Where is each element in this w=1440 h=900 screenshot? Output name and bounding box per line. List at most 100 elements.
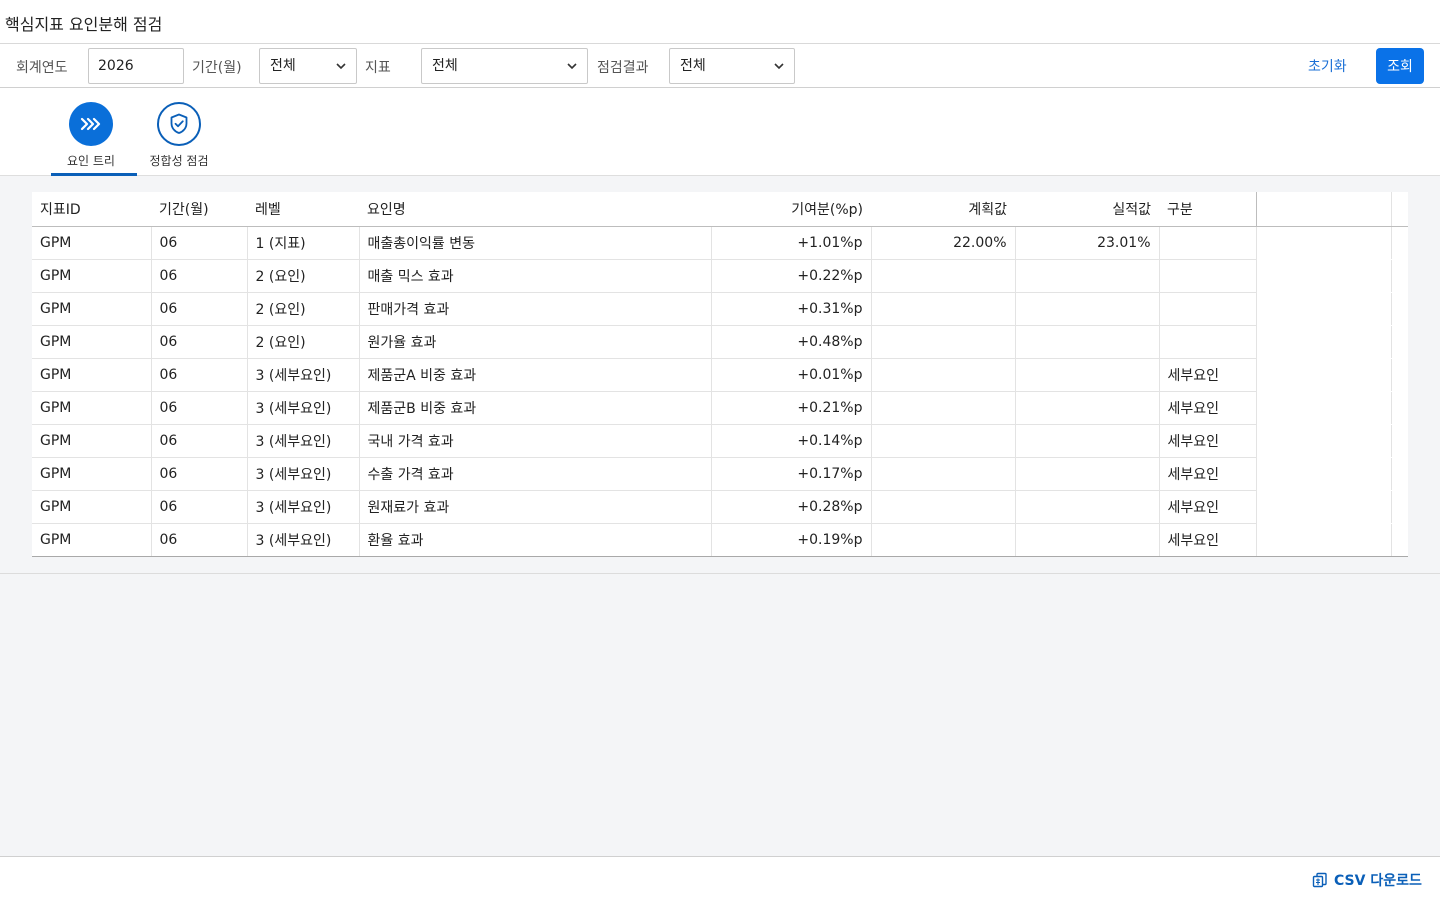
table-row[interactable]: GPM 06 3 (세부요인) 수출 가격 효과 +0.17%p 세부요인 [32,457,1408,491]
cell-period: 06 [151,325,248,359]
cell-type: 세부요인 [1159,490,1257,524]
factor-table: 지표ID 기간(월) 레벨 요인명 기여분(%p) 계획값 실적값 구분 GPM… [32,192,1408,557]
cell-type [1159,292,1257,326]
cell-level: 3 (세부요인) [247,523,360,557]
view-tabs: 요인 트리 정합성 점검 [0,88,1440,176]
period-label: 기간(월) [192,60,242,76]
search-button[interactable]: 조회 [1376,48,1424,84]
cell-period: 06 [151,226,248,260]
cell-level: 2 (요인) [247,292,360,326]
cell-factor-name: 판매가격 효과 [359,292,712,326]
cell-actual [1015,457,1160,491]
col-header-period[interactable]: 기간(월) [151,192,247,227]
cell-plan [871,424,1016,458]
cell-actual [1015,490,1160,524]
cell-type: 세부요인 [1159,358,1257,392]
metric-select-value: 전체 [432,58,458,74]
col-header-actual[interactable]: 실적값 [1015,192,1159,227]
cell-contribution: +1.01%p [711,226,872,260]
chevron-down-icon [774,63,784,70]
cell-metric-id: GPM [32,424,152,458]
cell-plan [871,259,1016,293]
cell-metric-id: GPM [32,358,152,392]
cell-type: 세부요인 [1159,457,1257,491]
cell-level: 3 (세부요인) [247,490,360,524]
csv-download-label: CSV 다운로드 [1334,873,1422,889]
cell-contribution: +0.14%p [711,424,872,458]
cell-period: 06 [151,292,248,326]
tab-factor-tree[interactable]: 요인 트리 [47,102,137,176]
table-row[interactable]: GPM 06 2 (요인) 매출 믹스 효과 +0.22%p [32,259,1408,293]
cell-factor-name: 제품군B 비중 효과 [359,391,712,425]
table-row[interactable]: GPM 06 2 (요인) 판매가격 효과 +0.31%p [32,292,1408,326]
page-title: 핵심지표 요인분해 점검 [5,15,163,34]
filter-bar: 회계연도 2026 기간(월) 전체 지표 전체 점검결과 전체 초기화 조회 [0,44,1440,88]
period-select[interactable]: 전체 [259,48,357,84]
cell-type [1159,259,1257,293]
table-row[interactable]: GPM 06 3 (세부요인) 국내 가격 효과 +0.14%p 세부요인 [32,424,1408,458]
col-header-contribution[interactable]: 기여분(%p) [711,192,871,227]
csv-export-icon [1312,872,1327,888]
cell-metric-id: GPM [32,391,152,425]
reset-button[interactable]: 초기화 [1308,56,1347,76]
table-row[interactable]: GPM 06 3 (세부요인) 제품군A 비중 효과 +0.01%p 세부요인 [32,358,1408,392]
cell-contribution: +0.31%p [711,292,872,326]
cell-type: 세부요인 [1159,391,1257,425]
footer-bar: CSV 다운로드 [0,856,1440,900]
cell-factor-name: 매출총이익률 변동 [359,226,712,260]
cell-period: 06 [151,259,248,293]
cell-type: 세부요인 [1159,523,1257,557]
cell-actual [1015,424,1160,458]
chevron-down-icon [336,63,346,70]
col-header-factor-name[interactable]: 요인명 [359,192,711,227]
result-select[interactable]: 전체 [669,48,795,84]
cell-level: 2 (요인) [247,259,360,293]
table-row[interactable]: GPM 06 1 (지표) 매출총이익률 변동 +1.01%p 22.00% 23.01% [32,226,1408,260]
shield-check-icon [170,113,188,134]
col-header-id[interactable]: 지표ID [32,192,151,227]
cell-actual [1015,325,1160,359]
cell-contribution: +0.19%p [711,523,872,557]
cell-metric-id: GPM [32,523,152,557]
table-row[interactable]: GPM 06 3 (세부요인) 원재료가 효과 +0.28%p 세부요인 [32,490,1408,524]
table-row[interactable]: GPM 06 3 (세부요인) 환율 효과 +0.19%p 세부요인 [32,523,1408,557]
cell-contribution: +0.22%p [711,259,872,293]
cell-type [1159,226,1257,260]
cell-factor-name: 제품군A 비중 효과 [359,358,712,392]
col-header-plan[interactable]: 계획값 [871,192,1015,227]
col-header-type[interactable]: 구분 [1159,192,1256,227]
cell-actual [1015,358,1160,392]
year-input[interactable]: 2026 [88,48,184,84]
cell-plan [871,391,1016,425]
cell-level: 3 (세부요인) [247,391,360,425]
metric-select[interactable]: 전체 [421,48,588,84]
tab-consistency-check[interactable]: 정합성 점검 [135,102,223,176]
csv-download-button[interactable]: CSV 다운로드 [1312,870,1422,890]
cell-factor-name: 원재료가 효과 [359,490,712,524]
cell-type: 세부요인 [1159,424,1257,458]
result-label: 점검결과 [597,60,649,76]
cell-metric-id: GPM [32,457,152,491]
period-select-value: 전체 [270,58,296,74]
cell-actual [1015,391,1160,425]
table-row[interactable]: GPM 06 2 (요인) 원가율 효과 +0.48%p [32,325,1408,359]
cell-plan [871,490,1016,524]
cell-metric-id: GPM [32,325,152,359]
cell-metric-id: GPM [32,226,152,260]
result-select-value: 전체 [680,58,706,74]
cell-metric-id: GPM [32,490,152,524]
cell-period: 06 [151,391,248,425]
cell-plan [871,325,1016,359]
cell-level: 3 (세부요인) [247,424,360,458]
cell-metric-id: GPM [32,259,152,293]
year-label: 회계연도 [16,60,68,76]
table-header: 지표ID 기간(월) 레벨 요인명 기여분(%p) 계획값 실적값 구분 [32,192,1408,227]
col-header-level[interactable]: 레벨 [247,192,359,227]
table-row[interactable]: GPM 06 3 (세부요인) 제품군B 비중 효과 +0.21%p 세부요인 [32,391,1408,425]
cell-factor-name: 환율 효과 [359,523,712,557]
cell-contribution: +0.17%p [711,457,872,491]
cell-actual: 23.01% [1015,226,1160,260]
chevrons-right-icon [80,117,101,131]
cell-factor-name: 국내 가격 효과 [359,424,712,458]
cell-actual [1015,523,1160,557]
